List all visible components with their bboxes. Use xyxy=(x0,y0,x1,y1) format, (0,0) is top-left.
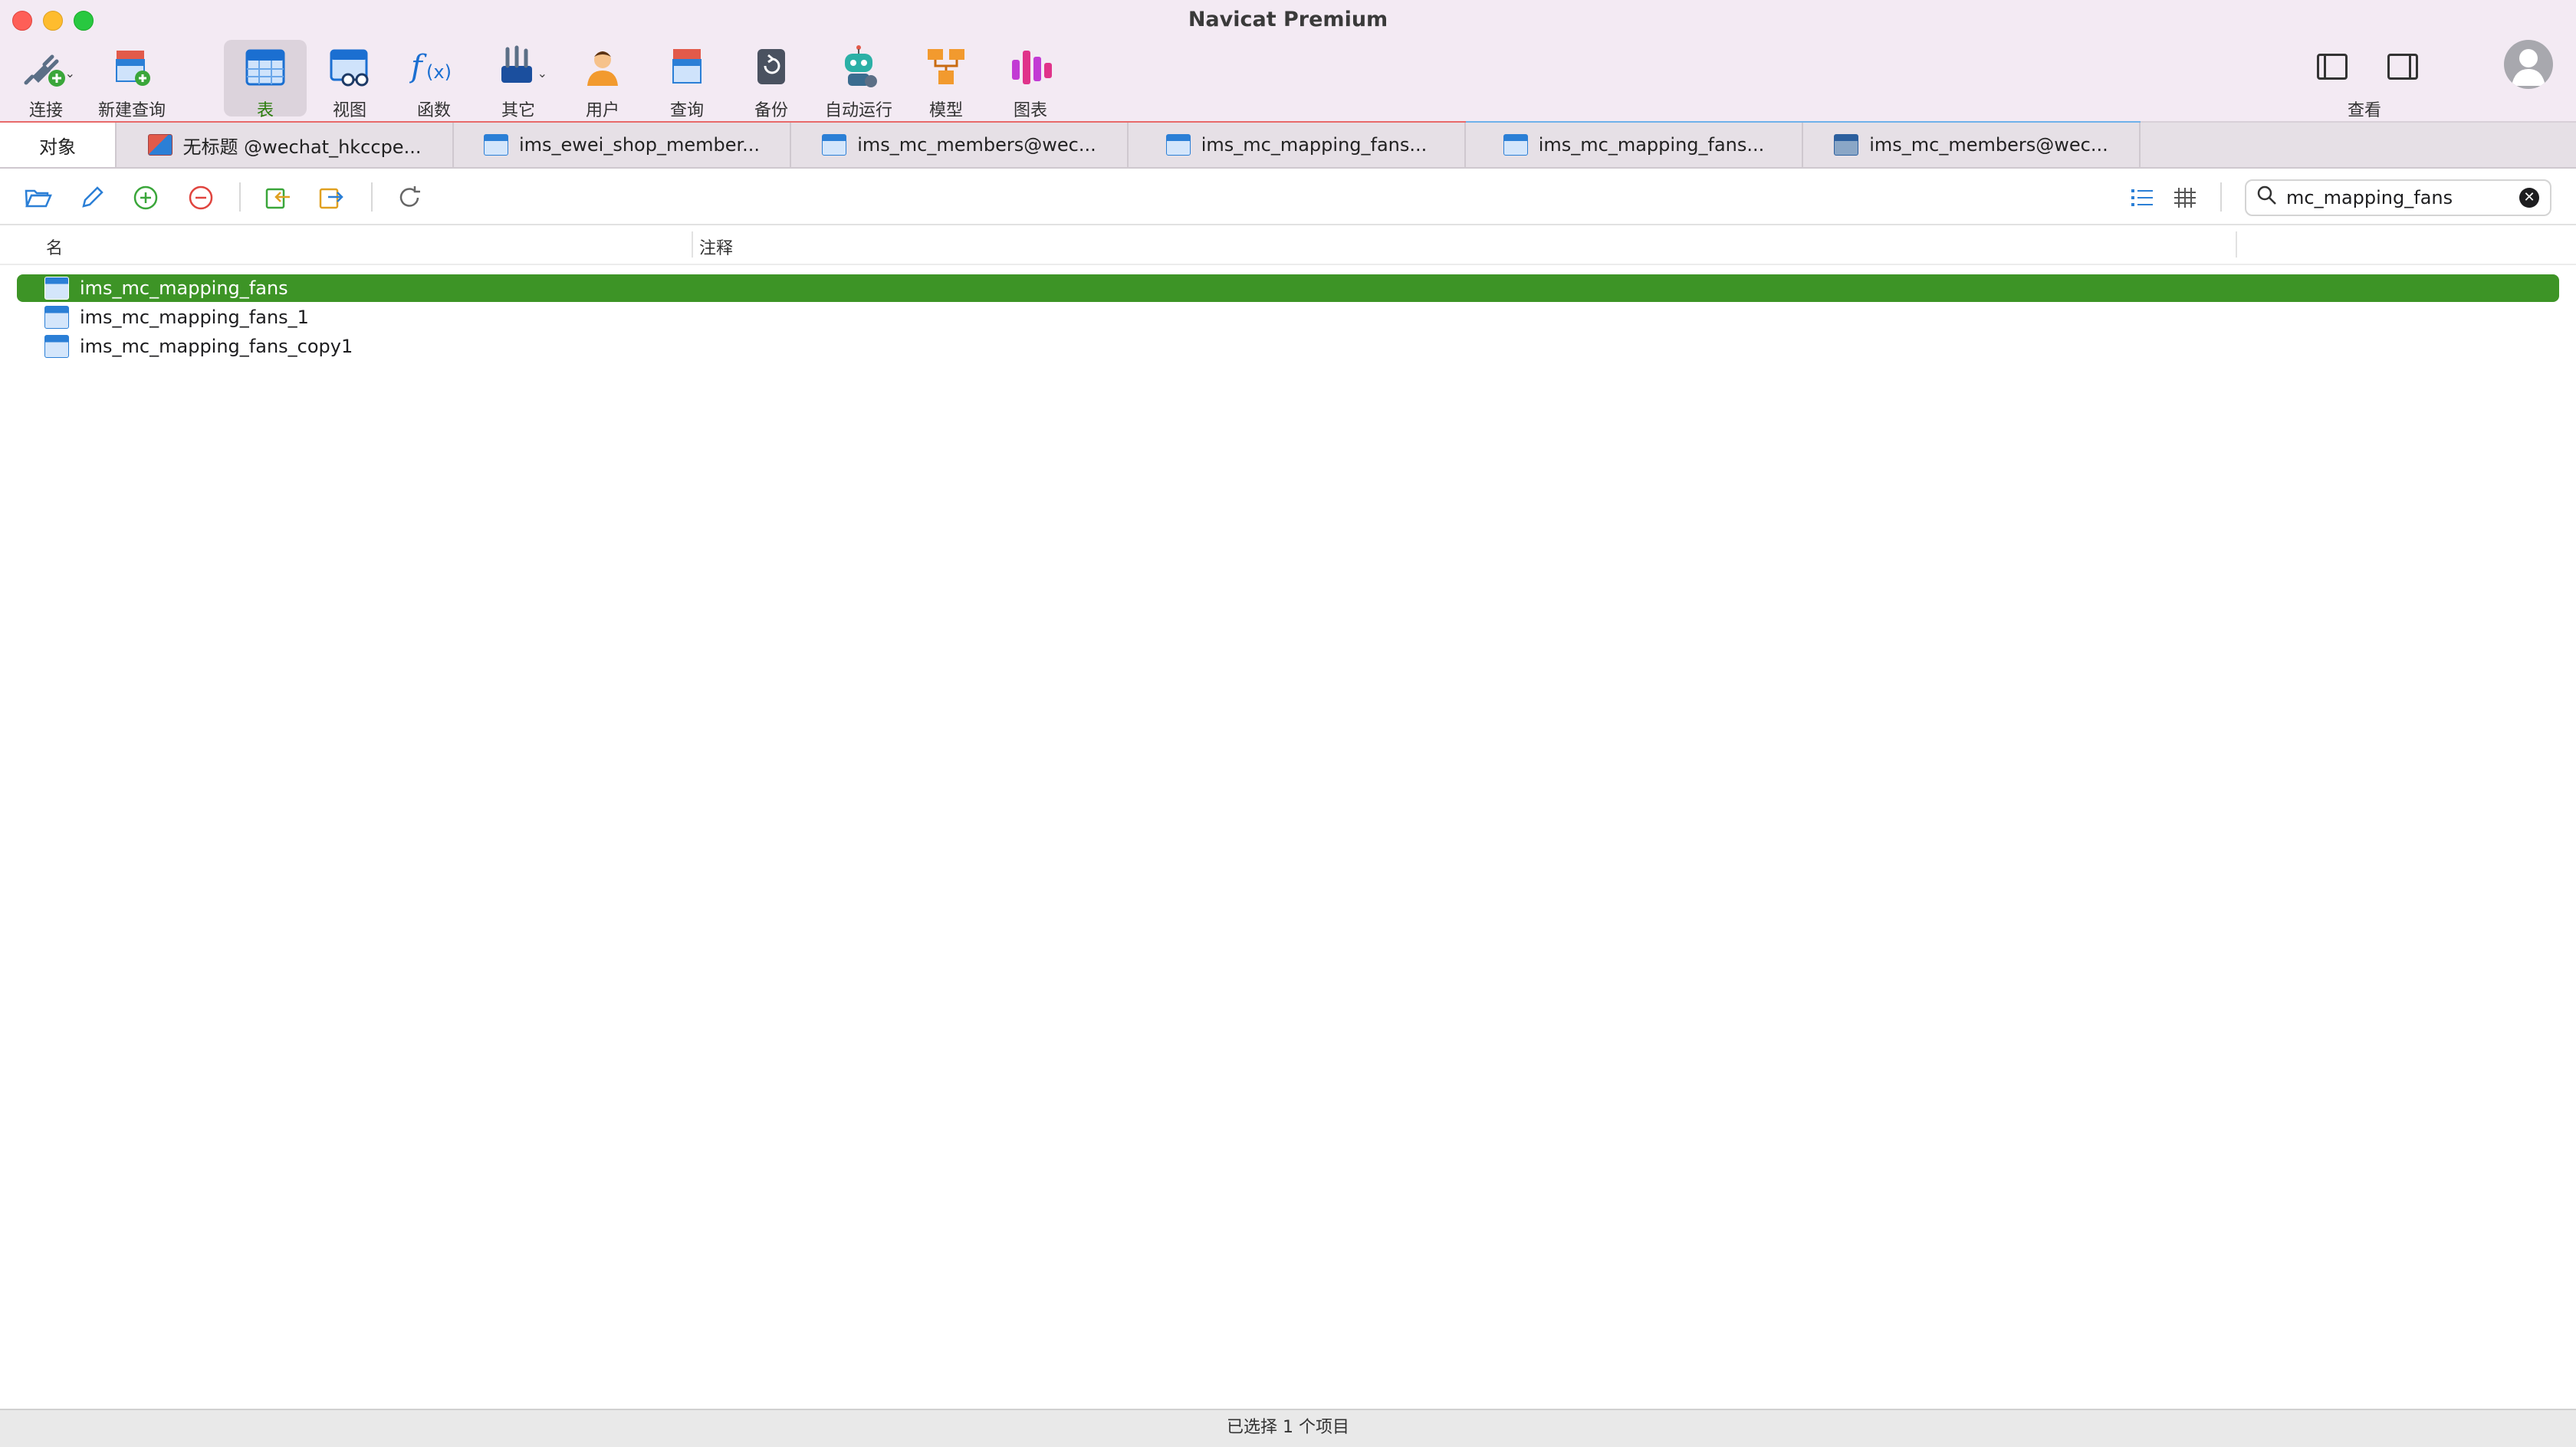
list-view-icon xyxy=(2131,189,2153,206)
grid-view-icon xyxy=(2174,188,2196,208)
other-button[interactable]: ⌄ 其它 xyxy=(480,40,557,120)
import-wizard-button[interactable] xyxy=(262,182,293,213)
search-input[interactable] xyxy=(2285,186,2518,209)
function-icon: f (x) xyxy=(409,43,458,92)
table-tab-icon xyxy=(1834,134,1859,156)
search-box: ✕ xyxy=(2245,179,2551,216)
toggle-right-sidebar-icon[interactable] xyxy=(2387,54,2418,80)
user-icon xyxy=(578,43,627,92)
status-bar: 已选择 1 个项目 xyxy=(0,1409,2576,1447)
new-query-button[interactable]: 新建查询 xyxy=(94,40,170,120)
user-button[interactable]: 用户 xyxy=(564,40,641,120)
toolbar-divider xyxy=(2220,182,2222,212)
design-table-button[interactable] xyxy=(77,182,107,213)
chevron-down-icon: ⌄ xyxy=(64,66,75,80)
user-avatar-icon xyxy=(2512,49,2545,86)
chevron-down-icon: ⌄ xyxy=(537,66,547,80)
table-row[interactable]: ims_mc_mapping_fans_1 xyxy=(17,304,2559,331)
tab-ewei-shop-member[interactable]: ims_ewei_shop_member... xyxy=(454,123,791,167)
tab-mc-members-2[interactable]: ims_mc_members@wec... xyxy=(1803,123,2141,167)
table-button[interactable]: 表 xyxy=(224,40,307,120)
table-icon xyxy=(44,306,69,329)
selection-status-text: 已选择 1 个项目 xyxy=(1227,1418,1349,1437)
table-row[interactable]: ims_mc_mapping_fans_copy1 xyxy=(17,333,2559,360)
refresh-icon xyxy=(399,186,420,207)
table-tab-icon xyxy=(822,134,847,156)
folder-open-icon xyxy=(25,189,52,208)
table-tab-icon xyxy=(483,134,508,156)
export-icon xyxy=(319,188,343,209)
plus-circle-icon xyxy=(133,185,158,210)
model-icon xyxy=(922,43,971,92)
tab-bar: 对象 无标题 @wechat_hkccpe... ims_ewei_shop_m… xyxy=(0,123,2576,169)
function-button[interactable]: f (x) 函数 xyxy=(396,40,472,120)
backup-icon xyxy=(747,43,796,92)
minus-circle-icon xyxy=(189,185,213,210)
column-divider xyxy=(2236,231,2237,258)
connect-button[interactable]: ⌄ 连接 xyxy=(8,40,84,120)
table-icon xyxy=(44,277,69,300)
table-tab-icon xyxy=(1165,134,1191,156)
open-table-button[interactable] xyxy=(23,182,54,213)
list-view-button[interactable] xyxy=(2127,182,2157,213)
pencil-icon xyxy=(82,186,104,208)
table-icon xyxy=(44,335,69,358)
tab-untitled-query[interactable]: 无标题 @wechat_hkccpe... xyxy=(117,123,454,167)
query-tab-icon xyxy=(147,134,172,156)
toggle-left-sidebar-icon[interactable] xyxy=(2317,54,2348,80)
main-toolbar: Navicat Premium ⌄ 连接 新建查询 表 视图 f (x) 函数 … xyxy=(0,0,2576,123)
avatar[interactable] xyxy=(2504,40,2553,89)
tab-mc-mapping-fans-2[interactable]: ims_mc_mapping_fans... xyxy=(1466,123,1803,167)
import-icon xyxy=(265,188,290,209)
query-button[interactable]: 查询 xyxy=(649,40,725,120)
backup-button[interactable]: 备份 xyxy=(733,40,810,120)
table-tab-icon xyxy=(1503,134,1528,156)
new-query-icon xyxy=(107,43,156,92)
view-button[interactable]: 视图 xyxy=(311,40,388,120)
chart-button[interactable]: 图表 xyxy=(992,40,1069,120)
toolbar-divider xyxy=(239,182,241,212)
delete-table-button[interactable] xyxy=(186,182,216,213)
list-header: 名 注释 xyxy=(0,225,2576,265)
column-header-comment[interactable]: 注释 xyxy=(699,235,733,259)
view-menu-label[interactable]: 查看 xyxy=(2348,97,2381,121)
chart-icon xyxy=(1006,43,1055,92)
column-header-name[interactable]: 名 xyxy=(46,235,63,259)
column-divider xyxy=(692,231,693,258)
search-icon xyxy=(2257,185,2280,211)
toolbar-divider xyxy=(371,182,373,212)
object-toolbar: ✕ xyxy=(0,169,2576,225)
clear-search-icon[interactable]: ✕ xyxy=(2519,188,2539,208)
tab-objects[interactable]: 对象 xyxy=(0,123,117,167)
svg-text:f: f xyxy=(409,49,427,84)
query-icon xyxy=(662,43,711,92)
table-icon xyxy=(241,43,290,92)
tab-mc-mapping-fans-1[interactable]: ims_mc_mapping_fans... xyxy=(1129,123,1466,167)
model-button[interactable]: 模型 xyxy=(908,40,984,120)
tools-icon: ⌄ xyxy=(494,43,547,92)
svg-text:(x): (x) xyxy=(426,61,452,83)
view-icon xyxy=(325,43,374,92)
robot-icon xyxy=(834,43,883,92)
tab-mc-members-1[interactable]: ims_mc_members@wec... xyxy=(791,123,1129,167)
window-title: Navicat Premium xyxy=(1188,8,1388,31)
table-row[interactable]: ims_mc_mapping_fans xyxy=(17,274,2559,302)
export-wizard-button[interactable] xyxy=(316,182,347,213)
plug-icon: ⌄ xyxy=(21,43,75,92)
new-table-button[interactable] xyxy=(130,182,161,213)
automation-button[interactable]: 自动运行 xyxy=(820,40,897,120)
refresh-button[interactable] xyxy=(394,182,425,213)
grid-view-button[interactable] xyxy=(2170,182,2200,213)
